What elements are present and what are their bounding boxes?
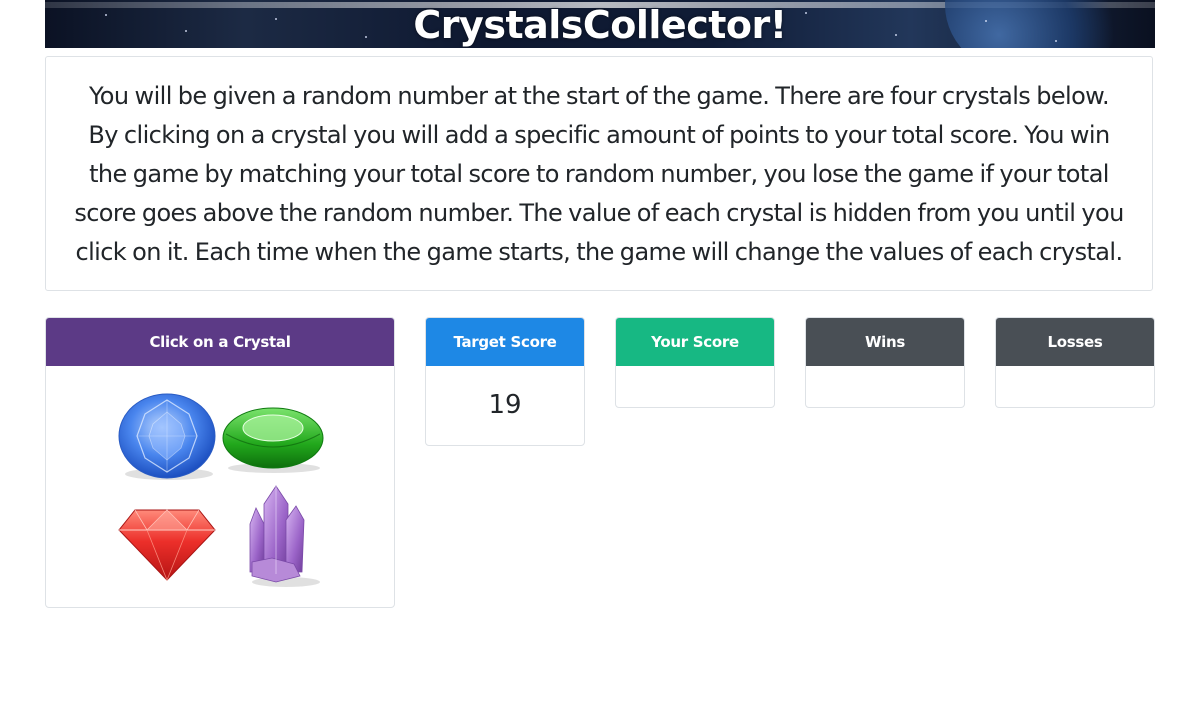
instructions-text: You will be given a random number at the… [74, 82, 1124, 266]
green-crystal-icon[interactable] [222, 402, 324, 474]
wins-card: Wins [805, 317, 965, 408]
your-score-card: Your Score [615, 317, 775, 408]
header-banner: CrystalsCollector! [45, 0, 1155, 48]
your-score-header: Your Score [616, 318, 774, 366]
red-crystal-icon[interactable] [117, 504, 217, 584]
losses-card: Losses [995, 317, 1155, 408]
page-title: CrystalsCollector! [413, 3, 787, 47]
target-score-header: Target Score [426, 318, 584, 366]
purple-crystal-icon[interactable] [242, 484, 324, 588]
blue-crystal-icon[interactable] [117, 392, 217, 482]
target-score-card: Target Score 19 [425, 317, 585, 446]
wins-header: Wins [806, 318, 964, 366]
crystal-panel-header: Click on a Crystal [46, 318, 394, 366]
target-score-value: 19 [488, 390, 522, 420]
instructions-panel: You will be given a random number at the… [45, 56, 1153, 291]
crystal-panel: Click on a Crystal [45, 317, 395, 608]
crystal-grid [46, 366, 394, 604]
losses-header: Losses [996, 318, 1154, 366]
